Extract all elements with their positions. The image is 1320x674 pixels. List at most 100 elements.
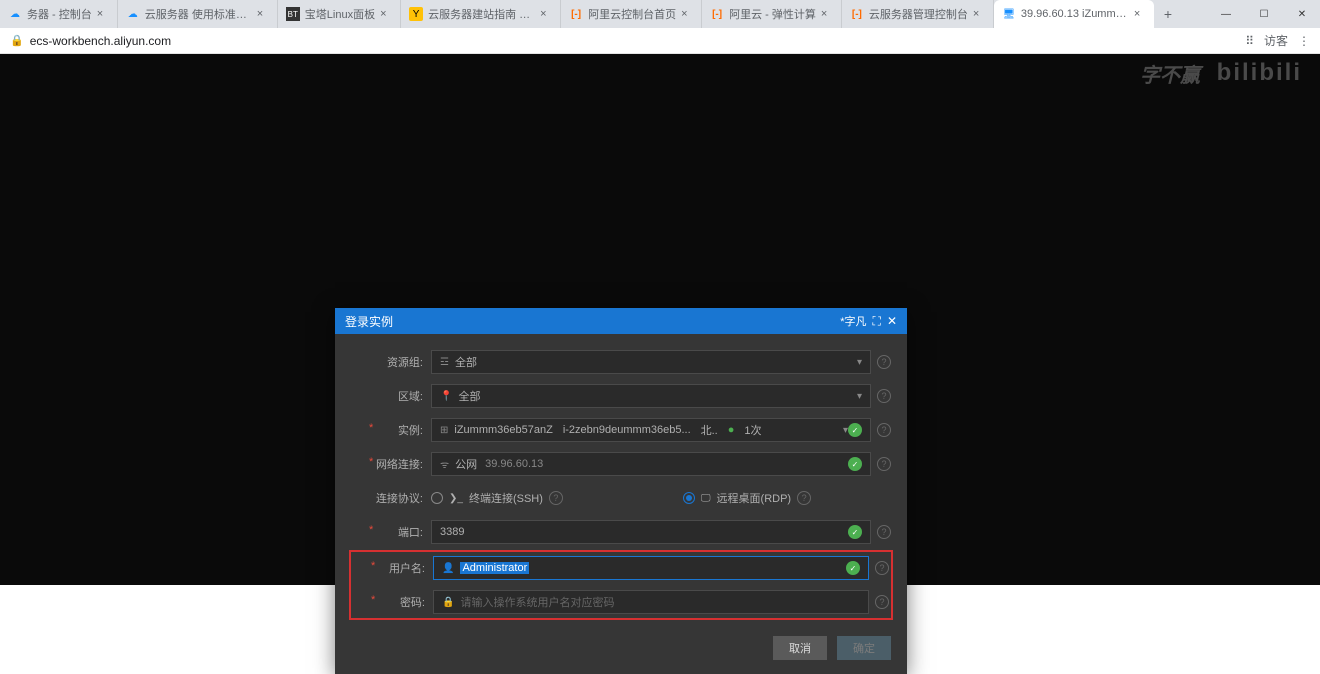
favicon-icon: [-] (850, 7, 864, 21)
port-row: 端口: 3389 ✓ ? (351, 520, 891, 544)
radio-icon (683, 492, 695, 504)
window-controls: — ☐ ✕ (1208, 2, 1320, 26)
help-icon[interactable]: ? (875, 561, 889, 575)
help-icon[interactable]: ? (877, 525, 891, 539)
browser-tab[interactable]: Y云服务器建站指南 yun3.cc× (401, 0, 561, 28)
favicon-icon: ☁ (8, 7, 22, 21)
modal-body: 资源组: ☲ 全部 ▾ ? 区域: 📍 全部 ▾ (335, 334, 907, 626)
password-label: 密码: (353, 594, 433, 610)
location-icon: 📍 (440, 391, 452, 402)
ok-button[interactable]: 确定 (837, 636, 891, 660)
check-icon: ✓ (848, 457, 862, 471)
region-row: 区域: 📍 全部 ▾ ? (351, 384, 891, 408)
help-icon[interactable]: ? (877, 457, 891, 471)
close-button[interactable]: ✕ (1284, 2, 1320, 26)
browser-tab[interactable]: ☁ 务器 - 控制台 × (0, 0, 118, 28)
user-icon: 👤 (442, 563, 454, 574)
check-icon: ✓ (848, 525, 862, 539)
help-icon[interactable]: ? (549, 491, 563, 505)
cancel-button[interactable]: 取消 (773, 636, 827, 660)
check-icon: ✓ (848, 423, 862, 437)
help-icon[interactable]: ? (877, 389, 891, 403)
browser-tab[interactable]: 🖥39.96.60.13 iZummm36e× (994, 0, 1154, 28)
browser-tab[interactable]: ☁ 云服务器 使用标准登录方式 × (118, 0, 278, 28)
translate-icon[interactable]: ⠿ (1245, 34, 1254, 48)
credentials-highlight: 用户名: 👤 Administrator ✓ ? 密码: � (349, 550, 893, 620)
favicon-icon: ☁ (126, 7, 140, 21)
tab-strip: ☁务器 - 控制台× ☁云服务器 使用标准登录方式× BT宝塔Linux面板× … (0, 0, 1320, 28)
tab-title: 云服务器 使用标准登录方式 (145, 6, 252, 22)
network-row: 网络连接: ᯤ 公网 39.96.60.13 ✓ ? (351, 452, 891, 476)
region-label: 区域: (351, 388, 431, 404)
browser-tab[interactable]: [-]阿里云 - 弹性计算× (702, 0, 842, 28)
guest-badge[interactable]: 访客 (1264, 32, 1288, 49)
status-dot-icon: ● (728, 424, 735, 436)
close-icon[interactable]: × (1134, 8, 1146, 20)
modal-footer: 取消 确定 (335, 626, 907, 674)
password-input[interactable]: 🔒 请输入操作系统用户名对应密码 (433, 590, 869, 614)
address-bar: 🔒 ecs-workbench.aliyun.com ⠿ 访客 ⋮ (0, 28, 1320, 54)
username-input[interactable]: 👤 Administrator ✓ (433, 556, 869, 580)
tab-title: 务器 - 控制台 (27, 6, 92, 22)
modal-title: 登录实例 (345, 313, 840, 330)
instance-select[interactable]: ⊞ iZummm36eb57anZ i-2zebn9deummm36eb5...… (431, 418, 871, 442)
help-icon[interactable]: ? (877, 355, 891, 369)
chevron-down-icon: ▾ (857, 357, 862, 368)
login-instance-modal: 登录实例 *字凡 ⛶ ✕ 资源组: ☲ 全部 ▾ ? (335, 308, 907, 674)
port-input[interactable]: 3389 ✓ (431, 520, 871, 544)
protocol-ssh-radio[interactable]: ❯_ 终端连接(SSH) ? (431, 490, 563, 506)
network-ip: 39.96.60.13 (485, 458, 543, 470)
minimize-button[interactable]: — (1208, 2, 1244, 26)
close-icon[interactable]: × (97, 8, 109, 20)
close-icon[interactable]: ✕ (887, 314, 897, 328)
radio-icon (431, 492, 443, 504)
chevron-down-icon: ▾ (857, 391, 862, 402)
browser-tab[interactable]: [-] 阿里云控制台首页 × (561, 0, 702, 28)
instance-row: 实例: ⊞ iZummm36eb57anZ i-2zebn9deummm36eb… (351, 418, 891, 442)
browser-chrome: ☁务器 - 控制台× ☁云服务器 使用标准登录方式× BT宝塔Linux面板× … (0, 0, 1320, 54)
resource-group-row: 资源组: ☲ 全部 ▾ ? (351, 350, 891, 374)
region-select[interactable]: 📍 全部 ▾ (431, 384, 871, 408)
protocol-row: 连接协议: ❯_ 终端连接(SSH) ? 🖵 远程桌面(RDP) (351, 486, 891, 510)
protocol-rdp-radio[interactable]: 🖵 远程桌面(RDP) ? (683, 490, 811, 506)
favicon-icon: Y (409, 7, 423, 21)
help-icon[interactable]: ? (877, 423, 891, 437)
fullscreen-icon[interactable]: ⛶ (873, 314, 881, 329)
instance-label: 实例: (351, 422, 431, 438)
instance-name: iZummm36eb57anZ (454, 424, 552, 436)
url-text[interactable]: ecs-workbench.aliyun.com (30, 34, 171, 48)
instance-count: 1次 (744, 422, 761, 438)
close-icon[interactable]: × (380, 8, 392, 20)
menu-icon[interactable]: ⋮ (1298, 34, 1310, 48)
tab-title: 云服务器管理控制台 (869, 6, 968, 22)
help-icon[interactable]: ? (797, 491, 811, 505)
header-badge: *字凡 (840, 313, 866, 329)
terminal-icon: ❯_ (449, 493, 463, 504)
close-icon[interactable]: × (973, 8, 985, 20)
favicon-icon: [-] (569, 7, 583, 21)
desktop-icon: 🖵 (701, 493, 711, 504)
tab-title: 阿里云 - 弹性计算 (729, 6, 816, 22)
resource-group-select[interactable]: ☲ 全部 ▾ (431, 350, 871, 374)
lock-icon: 🔒 (10, 34, 24, 47)
help-icon[interactable]: ? (875, 595, 889, 609)
check-icon: ✓ (846, 561, 860, 575)
maximize-button[interactable]: ☐ (1246, 2, 1282, 26)
close-icon[interactable]: × (540, 8, 552, 20)
resource-group-label: 资源组: (351, 354, 431, 370)
favicon-icon: 🖥 (1002, 7, 1016, 21)
close-icon[interactable]: × (257, 8, 269, 20)
network-label: 网络连接: (351, 456, 431, 472)
close-icon[interactable]: × (821, 8, 833, 20)
network-select[interactable]: ᯤ 公网 39.96.60.13 ✓ (431, 452, 871, 476)
password-row: 密码: 🔒 请输入操作系统用户名对应密码 ? (353, 590, 889, 614)
username-label: 用户名: (353, 560, 433, 576)
tab-title: 阿里云控制台首页 (588, 6, 676, 22)
bilibili-watermark: bilibili (1217, 59, 1302, 87)
browser-tab[interactable]: [-] 云服务器管理控制台 × (842, 0, 994, 28)
browser-tab[interactable]: BT宝塔Linux面板× (278, 0, 401, 28)
lock-icon: 🔒 (442, 597, 454, 608)
protocol-label: 连接协议: (351, 490, 431, 506)
close-icon[interactable]: × (681, 8, 693, 20)
new-tab-button[interactable]: + (1154, 6, 1182, 22)
